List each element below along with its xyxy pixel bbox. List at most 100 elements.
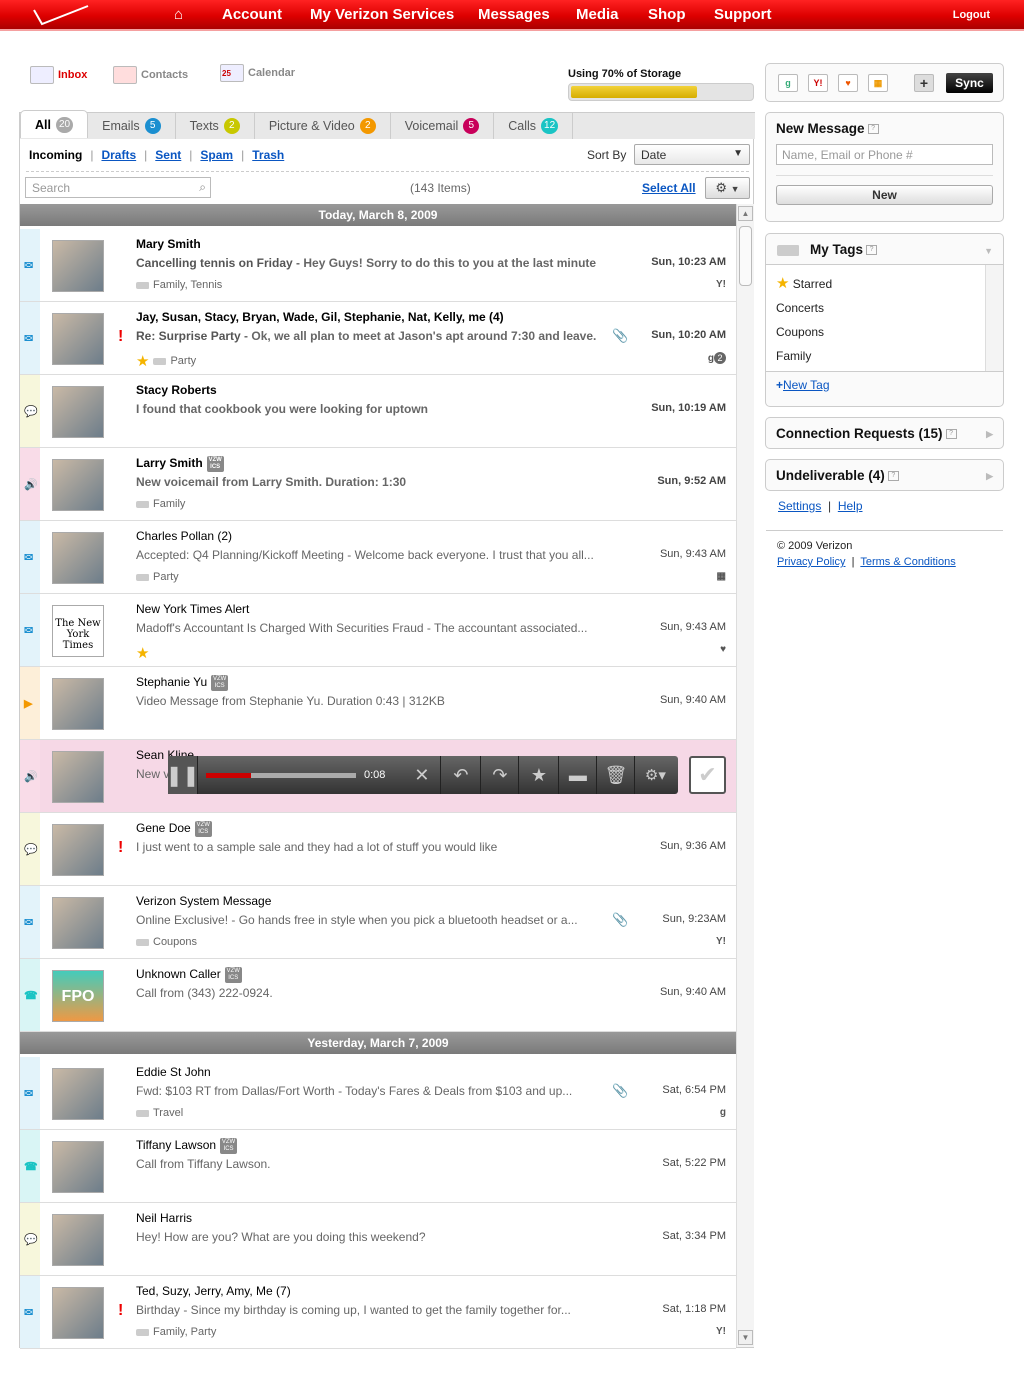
tab-count-badge: 5 (463, 118, 480, 134)
home-icon[interactable]: ⌂ (174, 6, 183, 23)
message-row[interactable]: ☎ Tiffany Lawson VZW ICS Call from Tiffany L… (20, 1130, 736, 1203)
message-time: Sun, 9:40 AM (659, 694, 726, 706)
message-subject: Cancelling tennis on Friday (136, 256, 293, 270)
terms-link[interactable]: Terms & Conditions (860, 556, 955, 568)
tag-icon[interactable]: ▬ (559, 756, 598, 794)
new-tag-link[interactable]: New Tag (783, 378, 829, 392)
tab-calls[interactable]: Calls 12 (494, 113, 574, 139)
message-row[interactable]: ✉ The New York Times New York Times Alert M… (20, 594, 736, 667)
tag-starred[interactable]: ★ Starred (776, 272, 1003, 296)
folder-spam[interactable]: Spam (200, 148, 233, 162)
tag-coupons[interactable]: Coupons (776, 320, 1003, 344)
message-row[interactable]: ✉ Verizon System Message Online Exclusive!… (20, 886, 736, 959)
message-time: Sun, 10:23 AM (651, 256, 726, 268)
nav-shop[interactable]: Shop (648, 6, 686, 23)
message-row[interactable]: 💬 Stacy Roberts I found that cookbook you … (20, 375, 736, 448)
folder-sent[interactable]: Sent (155, 148, 181, 162)
select-all-link[interactable]: Select All (642, 181, 696, 195)
gear-icon[interactable]: ⚙▾ (635, 756, 675, 794)
vzw-ics-icon: VZW ICS (224, 967, 242, 983)
message-row[interactable]: ✉! Jay, Susan, Stacy, Bryan, Wade, Gil, S… (20, 302, 736, 375)
sort-select[interactable]: Date ▼ (634, 144, 750, 165)
search-input[interactable]: Search ⌕ (25, 177, 211, 198)
sync-button[interactable]: Sync (946, 73, 993, 93)
scroll-thumb[interactable] (739, 226, 752, 286)
tab-voicemail[interactable]: Voicemail 5 (391, 113, 495, 139)
scroll-down-button[interactable]: ▼ (738, 1330, 753, 1345)
message-row[interactable]: 💬 Neil Harris Hey! How are you? What are y… (20, 1203, 736, 1276)
aol-icon[interactable]: ▦ (868, 74, 888, 92)
nav-account[interactable]: Account (222, 6, 282, 23)
message-row[interactable]: ✉ Eddie St John Fwd: $103 RT from Dallas/F… (20, 1057, 736, 1130)
playback-progress[interactable] (206, 772, 356, 778)
settings-link[interactable]: Settings (778, 499, 821, 513)
text-message-icon: 💬 (24, 1234, 38, 1246)
message-row[interactable]: ✉! Ted, Suzy, Jerry, Amy, Me (7) Birthday … (20, 1276, 736, 1349)
message-time: Sun, 9:40 AM (659, 986, 726, 998)
message-preview: Madoff's Accountant Is Charged With Secu… (136, 621, 588, 635)
tab-texts[interactable]: Texts 2 (176, 113, 255, 139)
scrollbar[interactable]: ▲ ▼ (736, 204, 754, 1347)
folder-drafts[interactable]: Drafts (101, 148, 136, 162)
folder-trash[interactable]: Trash (252, 148, 284, 162)
help-icon[interactable]: ? (867, 124, 879, 135)
scroll-up-button[interactable]: ▲ (738, 206, 753, 221)
tab-emails[interactable]: Emails 5 (88, 113, 176, 139)
star-icon[interactable]: ★ (136, 644, 149, 662)
google-icon[interactable]: g (778, 74, 798, 92)
trash-icon[interactable]: 🗑 (597, 756, 636, 794)
message-row[interactable]: 💬! Gene Doe VZW ICS I just went to a sample … (20, 813, 736, 886)
avatar (52, 459, 104, 511)
tag-concerts[interactable]: Concerts (776, 296, 1003, 320)
app-calendar[interactable]: 25 Calendar (220, 64, 295, 82)
star-icon[interactable]: ★ (136, 352, 149, 370)
attachment-icon: 📎 (612, 1083, 629, 1098)
recipient-input[interactable]: Name, Email or Phone # (776, 144, 993, 165)
close-icon[interactable]: ✕ (403, 756, 442, 794)
message-row[interactable]: ☎ FPO Unknown Caller VZW ICS Call from (343) … (20, 959, 736, 1032)
actions-menu-button[interactable]: ⚙ ▼ (705, 177, 750, 199)
yahoo-icon[interactable]: Y! (808, 74, 828, 92)
tab-picture-video[interactable]: Picture & Video 2 (255, 113, 391, 139)
help-icon[interactable]: ? (866, 245, 878, 256)
select-checkbox[interactable]: ✔ (689, 756, 726, 794)
connection-requests-box[interactable]: Connection Requests (15)? ▶ (765, 417, 1004, 449)
nav-messages[interactable]: Messages (478, 6, 550, 23)
forward-icon[interactable]: ↷ (481, 756, 520, 794)
windows-live-icon[interactable]: ♥ (838, 74, 858, 92)
message-row[interactable]: ✉ Mary Smith Cancelling tennis on Friday -… (20, 229, 736, 302)
message-row[interactable]: 🔊Sean KlineNew voicemail from Sean Kline… (20, 740, 736, 813)
help-icon[interactable]: ? (945, 429, 957, 440)
nav-my-verizon-services[interactable]: My Verizon Services (310, 6, 454, 23)
app-contacts[interactable]: Contacts (113, 66, 188, 84)
undeliverable-box[interactable]: Undeliverable (4)? ▶ (765, 459, 1004, 491)
tab-all[interactable]: All 20 (20, 110, 89, 138)
star-icon[interactable]: ★ (519, 756, 560, 794)
folder-incoming[interactable]: Incoming (29, 148, 82, 162)
privacy-policy-link[interactable]: Privacy Policy (777, 556, 845, 568)
message-row[interactable]: ✉ Charles Pollan (2) Accepted: Q4 Planning… (20, 521, 736, 594)
pause-button[interactable]: ❚❚ (166, 756, 199, 794)
help-link[interactable]: Help (838, 499, 863, 513)
add-account-icon[interactable]: + (914, 74, 934, 92)
reply-icon[interactable]: ↶ (441, 756, 482, 794)
message-row[interactable]: 🔊 Larry Smith VZW ICS New voicemail from Lar… (20, 448, 736, 521)
verizon-logo[interactable] (30, 4, 92, 26)
avatar (52, 532, 104, 584)
help-icon[interactable]: ? (887, 471, 899, 482)
app-inbox[interactable]: Inbox (30, 66, 87, 84)
contacts-label: Contacts (141, 69, 189, 81)
message-tags: Family, Tennis (153, 279, 223, 291)
chevron-down-icon[interactable]: ▼ (984, 246, 993, 256)
nav-support[interactable]: Support (714, 6, 772, 23)
my-tags-box: My Tags? ▼ ★ Starred Concerts Coupons Fam… (765, 233, 1004, 407)
nav-media[interactable]: Media (576, 6, 619, 23)
tag-family[interactable]: Family (776, 344, 1003, 368)
new-message-button[interactable]: New (776, 185, 993, 205)
vzw-ics-icon: VZW ICS (220, 1138, 238, 1154)
tag-icon (136, 1109, 149, 1117)
logout-link[interactable]: Logout (953, 9, 990, 21)
tags-scrollbar[interactable] (985, 265, 1003, 371)
message-row[interactable]: ▶ Stephanie Yu VZW ICS Video Message from St… (20, 667, 736, 740)
calendar-icon: 25 (220, 64, 244, 82)
